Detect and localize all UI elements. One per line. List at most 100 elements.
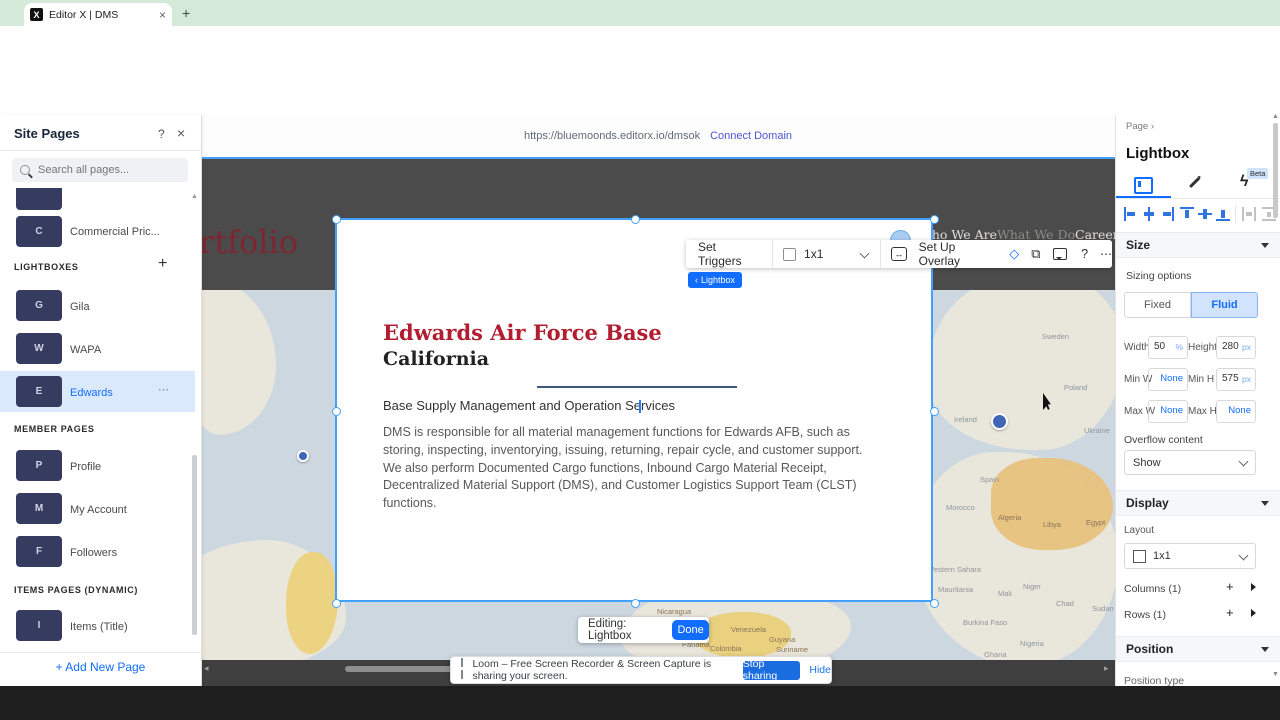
- scroll-left-icon[interactable]: ◂: [204, 663, 209, 674]
- lightbox-element[interactable]: Edwards Air Force Base California Base S…: [335, 218, 933, 602]
- page-options-icon[interactable]: ⋯: [158, 383, 169, 396]
- resize-handle-nw[interactable]: [332, 215, 341, 224]
- resize-handle-n[interactable]: [631, 215, 640, 224]
- help-icon[interactable]: ?: [158, 127, 165, 141]
- sizing-fixed-button[interactable]: Fixed: [1124, 292, 1191, 318]
- list-scroll-up-icon[interactable]: ▲: [191, 193, 198, 200]
- page-label-my-account[interactable]: My Account: [70, 504, 127, 516]
- panel-title: Site Pages: [14, 126, 80, 141]
- inspector-icon[interactable]: ◇: [1009, 246, 1019, 262]
- min-w-field[interactable]: None: [1148, 368, 1188, 391]
- stop-sharing-button[interactable]: Stop sharing: [742, 658, 801, 682]
- sidebar-scrollbar[interactable]: [192, 455, 197, 635]
- browser-tab[interactable]: X Editor X | DMS ×: [24, 3, 172, 26]
- set-triggers-button[interactable]: Set Triggers: [686, 240, 772, 268]
- tab-layout-icon[interactable]: [1134, 177, 1153, 194]
- search-pages[interactable]: [12, 158, 188, 182]
- sizing-fluid-button[interactable]: Fluid: [1191, 292, 1258, 318]
- editor-toolbar: + ❖ A ⊞ ▦ Edwards ⋯ W 1908 px ↶ ↷: [0, 82, 1280, 196]
- add-new-page-button[interactable]: + Add New Page: [0, 660, 201, 674]
- lightbox-label-edwards[interactable]: Edwards: [70, 387, 113, 399]
- panel-scroll-up-icon[interactable]: ▲: [1272, 113, 1279, 120]
- close-panel-icon[interactable]: ×: [177, 125, 185, 141]
- editorx-favicon: X: [30, 8, 43, 21]
- lightbox-subtitle[interactable]: California: [383, 348, 489, 370]
- more-icon[interactable]: ⋯: [1100, 247, 1112, 261]
- align-center-h-icon[interactable]: [1142, 207, 1156, 221]
- tab-title: Editor X | DMS: [49, 8, 119, 21]
- lightbox-title[interactable]: Edwards Air Force Base: [383, 320, 662, 345]
- layout-dropdown[interactable]: 1x1: [1124, 543, 1256, 569]
- size-section-header[interactable]: Size: [1116, 232, 1280, 258]
- map-cluster-marker[interactable]: [991, 413, 1008, 430]
- panel-scroll-down-icon[interactable]: ▼: [1272, 671, 1279, 678]
- lightbox-thumb-gila[interactable]: G: [16, 290, 62, 321]
- lightbox-label-wapa[interactable]: WAPA: [70, 344, 101, 356]
- lightbox-thumb-wapa[interactable]: W: [16, 333, 62, 364]
- width-field[interactable]: 50%: [1148, 336, 1188, 359]
- overflow-dropdown[interactable]: Show: [1124, 450, 1256, 475]
- set-up-overlay-button[interactable]: Set Up Overlay: [919, 240, 998, 268]
- page-label[interactable]: Commercial Pric...: [70, 226, 160, 238]
- resize-handle-se[interactable]: [930, 599, 939, 608]
- align-right-icon[interactable]: [1160, 207, 1174, 221]
- page-label-profile[interactable]: Profile: [70, 461, 101, 473]
- search-input[interactable]: [36, 163, 170, 177]
- lightbox-body[interactable]: DMS is responsible for all material mana…: [383, 424, 879, 513]
- connect-domain-link[interactable]: Connect Domain: [710, 130, 792, 142]
- tab-close-icon[interactable]: ×: [159, 8, 166, 22]
- resize-handle-sw[interactable]: [332, 599, 341, 608]
- expand-rows-icon[interactable]: [1251, 609, 1256, 617]
- align-left-icon[interactable]: [1124, 207, 1138, 221]
- panel-scrollbar[interactable]: [1273, 123, 1278, 218]
- expand-columns-icon[interactable]: [1251, 583, 1256, 591]
- page-label-items[interactable]: Items (Title): [70, 621, 128, 633]
- search-icon: [20, 165, 30, 175]
- element-badge[interactable]: ‹ Lightbox: [688, 272, 743, 288]
- height-field[interactable]: 280 px: [1216, 336, 1256, 359]
- add-lightbox-icon[interactable]: +: [158, 255, 167, 273]
- layout-value[interactable]: 1x1: [804, 247, 823, 261]
- inspector-panel: Page › Lightbox ϟ Beta Size Sizing optio…: [1115, 113, 1280, 687]
- done-button[interactable]: Done: [672, 620, 709, 640]
- devices-icon[interactable]: ⧉: [1031, 246, 1040, 262]
- breadcrumb[interactable]: Page ›: [1126, 121, 1154, 132]
- resize-handle-w[interactable]: [332, 407, 341, 416]
- partial-portfolio-heading: rtfolio: [201, 223, 298, 261]
- align-bottom-icon[interactable]: [1216, 207, 1230, 221]
- scroll-right-icon[interactable]: ▸: [1104, 663, 1109, 674]
- resize-handle-s[interactable]: [631, 599, 640, 608]
- max-w-field[interactable]: None: [1148, 400, 1188, 423]
- tab-design-icon[interactable]: [1188, 176, 1201, 188]
- align-top-icon[interactable]: [1180, 207, 1194, 221]
- min-h-field[interactable]: 575 px: [1216, 368, 1256, 391]
- comment-icon[interactable]: [1052, 248, 1068, 260]
- add-column-icon[interactable]: +: [1226, 579, 1234, 594]
- map-label: Morocco: [946, 503, 975, 512]
- distribute-h-icon[interactable]: [1242, 207, 1256, 221]
- lightbox-tagline[interactable]: Base Supply Management and Operation Ser…: [383, 398, 675, 413]
- resize-handle-ne[interactable]: [930, 215, 939, 224]
- help-icon[interactable]: ?: [1081, 247, 1088, 261]
- map-marker-small[interactable]: [297, 450, 309, 462]
- height-field-label: Height: [1188, 342, 1217, 353]
- position-section-header[interactable]: Position: [1116, 636, 1280, 662]
- lightbox-label-gila[interactable]: Gila: [70, 301, 90, 313]
- chevron-down-icon[interactable]: [859, 248, 870, 258]
- margins-icon[interactable]: ↔: [891, 247, 907, 261]
- add-row-icon[interactable]: +: [1226, 605, 1234, 620]
- resize-handle-e[interactable]: [930, 407, 939, 416]
- align-middle-v-icon[interactable]: [1198, 207, 1212, 221]
- hide-banner-link[interactable]: Hide: [809, 664, 831, 676]
- page-label-followers[interactable]: Followers: [70, 547, 117, 559]
- max-h-field[interactable]: None: [1216, 400, 1256, 423]
- page-thumb-partial[interactable]: [16, 188, 62, 210]
- lightbox-thumb-edwards[interactable]: E: [16, 376, 62, 407]
- page-thumb-profile[interactable]: P: [16, 450, 62, 481]
- page-thumb-my-account[interactable]: M: [16, 493, 62, 524]
- new-tab-button[interactable]: +: [182, 5, 190, 21]
- display-section-header[interactable]: Display: [1116, 490, 1280, 516]
- page-thumb-items[interactable]: I: [16, 610, 62, 641]
- page-thumb[interactable]: C: [16, 216, 62, 247]
- page-thumb-followers[interactable]: F: [16, 536, 62, 567]
